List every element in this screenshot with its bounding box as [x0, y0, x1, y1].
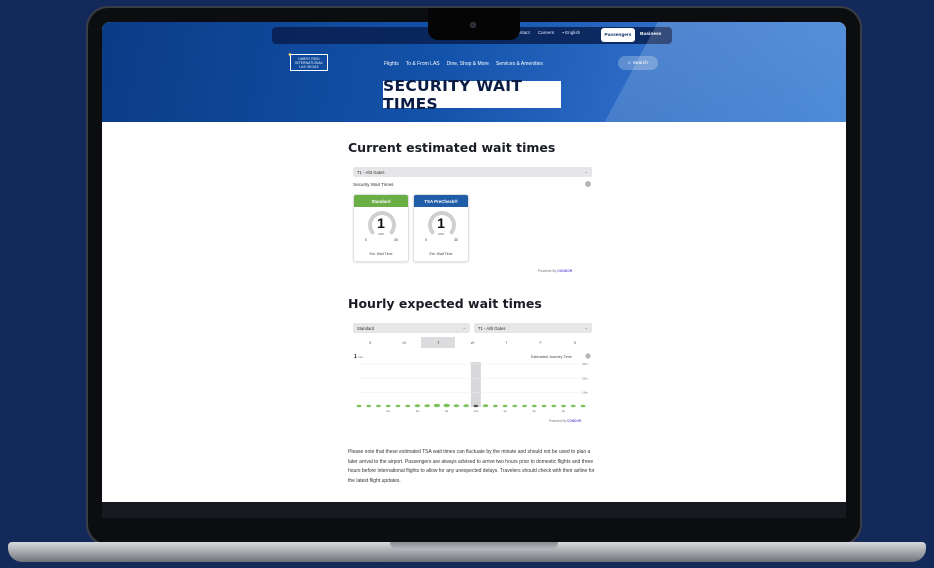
tab-passengers[interactable]: Passengers — [601, 28, 635, 42]
nav-item-to-from-las[interactable]: To & From LAS — [406, 61, 440, 67]
card-footer: Est. Wait Time — [369, 252, 393, 256]
current-hour-highlight — [470, 362, 481, 407]
data-point — [492, 404, 498, 408]
x-tick-label: 3a — [387, 409, 391, 413]
flag-icon: ▪ — [562, 30, 564, 35]
card-title: TSA PreCheck® — [414, 195, 468, 207]
x-tick-label: 6a — [416, 409, 420, 413]
nav-item-dine-shop[interactable]: Dine, Shop & More — [447, 61, 489, 67]
tab-day-tuesday[interactable]: T — [421, 337, 456, 348]
data-point — [512, 404, 518, 408]
data-point — [443, 403, 450, 408]
nav-item-services[interactable]: Services & Amenities — [496, 61, 543, 67]
data-point — [551, 404, 557, 408]
data-point — [570, 404, 576, 408]
data-point — [502, 404, 508, 408]
info-icon[interactable] — [585, 181, 591, 187]
camera-icon — [470, 22, 476, 28]
wait-unit: MIN — [378, 232, 384, 236]
gauge-max: 30 — [454, 238, 458, 242]
data-point — [405, 404, 411, 408]
info-icon — [585, 353, 591, 359]
laptop-bezel-bottom — [102, 502, 846, 518]
data-point — [522, 404, 527, 408]
current-unit: min — [358, 355, 363, 359]
x-tick-label: 6p — [533, 409, 537, 413]
hourly-wait-chart: 1 min Estimated Journey Time 30m 20m 10m 3… — [354, 353, 591, 423]
current-wait-heading: Current estimated wait times — [348, 140, 556, 155]
data-point — [453, 404, 460, 408]
tab-day-sunday[interactable]: S — [353, 337, 387, 348]
wait-unit: MIN — [438, 232, 444, 236]
gauge-min: 0 — [425, 238, 427, 242]
data-point — [424, 404, 430, 408]
data-point — [473, 404, 479, 408]
precheck-wait-card: TSA PreCheck® 1 MIN 0 30 Est. Wait Time — [413, 194, 469, 262]
disclaimer-text: Please note that these estimated TSA wai… — [348, 449, 595, 484]
main-nav: Flights To & From LAS Dine, Shop & More … — [384, 61, 543, 67]
chevron-down-icon: ⌄ — [584, 325, 588, 330]
search-icon: ⌕ — [628, 61, 631, 66]
data-point — [463, 404, 469, 408]
data-point — [376, 404, 381, 408]
tab-day-saturday[interactable]: S — [558, 337, 592, 348]
data-point — [356, 404, 362, 408]
y-tick-label: 20m — [582, 376, 588, 380]
language-selector[interactable]: ▪ English — [562, 30, 580, 35]
current-value: 1 — [354, 354, 357, 360]
tab-day-wednesday[interactable]: W — [455, 337, 489, 348]
data-point — [531, 404, 537, 408]
chevron-down-icon: ⌄ — [584, 169, 588, 174]
tab-day-friday[interactable]: F — [524, 337, 558, 348]
x-tick-label: 9a — [445, 409, 449, 413]
tab-business[interactable]: Business — [640, 32, 661, 37]
nav-item-flights[interactable]: Flights — [384, 61, 399, 67]
hourly-location-select[interactable]: T1 - A/B Gates ⌄ — [474, 323, 592, 333]
gauge-min: 0 — [365, 238, 367, 242]
data-point — [366, 404, 372, 408]
powered-by: Powered By CONDOR — [549, 419, 582, 423]
x-tick-label: 3p — [503, 409, 507, 413]
airport-logo[interactable]: HARRY REID INTERNATIONAL LAS VEGAS — [290, 54, 328, 71]
data-point — [541, 404, 547, 408]
laptop-base-lip — [390, 542, 558, 550]
data-point — [561, 404, 566, 408]
x-tick-label: 12p — [473, 409, 478, 413]
data-point — [482, 404, 489, 408]
page-title: SECURITY WAIT TIMES — [383, 77, 561, 113]
hourly-wait-heading: Hourly expected wait times — [348, 296, 542, 311]
wait-value: 1 — [437, 215, 445, 231]
gauge-max: 30 — [394, 238, 398, 242]
wait-value: 1 — [377, 215, 385, 231]
card-title: Standard — [354, 195, 408, 207]
data-point — [385, 404, 391, 408]
tab-day-thursday[interactable]: T — [490, 337, 524, 348]
data-point — [414, 404, 421, 408]
security-wait-label: Security Wait Times — [353, 182, 394, 187]
chevron-down-icon: ⌄ — [462, 325, 466, 330]
data-point — [433, 403, 441, 408]
journey-label: Estimated Journey Time — [531, 355, 572, 359]
x-tick-label: 9p — [562, 409, 566, 413]
data-point — [580, 404, 586, 408]
tab-day-monday[interactable]: M — [387, 337, 421, 348]
location-select[interactable]: T1 - A/B Gates ⌄ — [353, 167, 592, 177]
y-tick-label: 30m — [582, 362, 588, 366]
powered-by: Powered By CONDOR — [538, 269, 573, 273]
y-tick-label: 10m — [582, 391, 588, 395]
browser-screen: Contact Careers ▪ English Passengers Bus… — [102, 22, 846, 502]
standard-wait-card: Standard 1 MIN 0 30 Est. Wait Time — [353, 194, 409, 262]
careers-link[interactable]: Careers — [538, 30, 554, 35]
search-button[interactable]: ⌕ Search — [618, 56, 658, 70]
day-tabs: S M T W T F S — [353, 337, 592, 348]
lane-select[interactable]: Standard ⌄ — [353, 323, 470, 333]
utility-links: Contact Careers ▪ English — [514, 30, 580, 35]
data-point — [395, 404, 401, 408]
card-footer: Est. Wait Time — [429, 252, 453, 256]
